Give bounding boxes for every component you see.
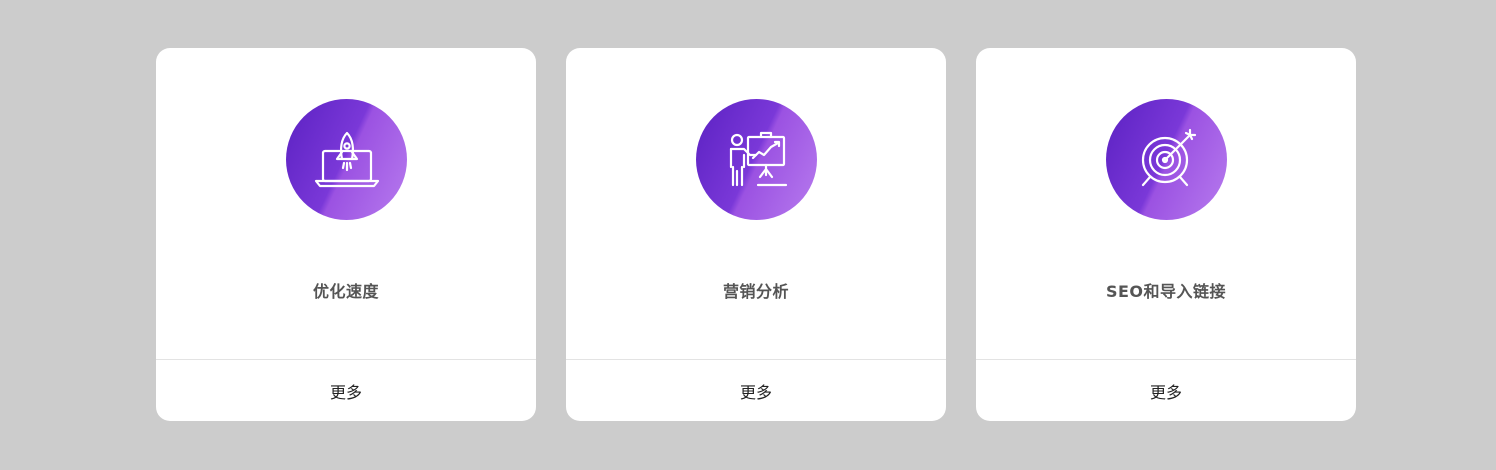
feature-card-marketing: 营销分析 更多 (566, 48, 946, 421)
target-arrow-icon (1106, 99, 1227, 220)
card-title: 优化速度 (312, 282, 379, 301)
laptop-rocket-icon (286, 99, 407, 220)
card-title: 营销分析 (722, 282, 789, 301)
more-link[interactable]: 更多 (566, 360, 946, 421)
card-title: SEO和导入链接 (1105, 282, 1227, 301)
presentation-chart-icon (696, 99, 817, 220)
feature-card-seo: SEO和导入链接 更多 (976, 48, 1356, 421)
more-link[interactable]: 更多 (156, 360, 536, 421)
more-link[interactable]: 更多 (976, 360, 1356, 421)
feature-cards: 优化速度 更多 营销分析 更多 SEO和导入链接 更多 (156, 48, 1356, 421)
feature-card-speed: 优化速度 更多 (156, 48, 536, 421)
